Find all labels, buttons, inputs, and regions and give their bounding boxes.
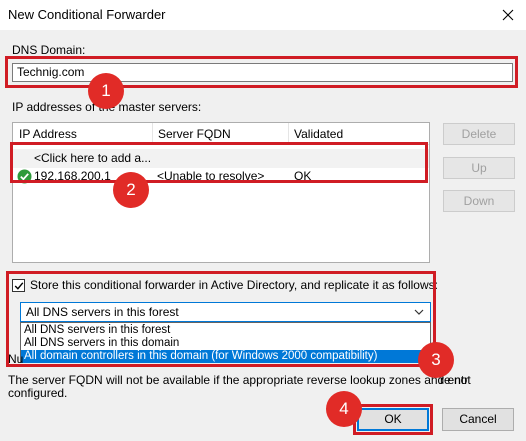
- title-bar: New Conditional Forwarder: [0, 0, 526, 30]
- annotation-badge-4: 4: [326, 391, 362, 427]
- note-line-1: The server FQDN will not be available if…: [8, 373, 469, 387]
- annotation-box-ip-row: [10, 142, 428, 183]
- delete-button[interactable]: Delete: [443, 123, 515, 145]
- annotation-badge-3: 3: [418, 342, 454, 378]
- annotation-box-replication: [6, 271, 436, 367]
- annotation-box-ok: [353, 404, 433, 435]
- note-line-2: configured.: [8, 386, 68, 400]
- close-button[interactable]: [490, 0, 526, 30]
- cancel-button[interactable]: Cancel: [442, 408, 514, 431]
- annotation-badge-2: 2: [113, 172, 149, 208]
- down-button[interactable]: Down: [443, 190, 515, 212]
- annotation-badge-1: 1: [88, 73, 124, 109]
- close-icon: [502, 9, 514, 21]
- dns-domain-label: DNS Domain:: [12, 43, 86, 57]
- up-button[interactable]: Up: [443, 157, 515, 179]
- annotation-box-domain: [5, 56, 518, 88]
- window-title: New Conditional Forwarder: [8, 7, 166, 22]
